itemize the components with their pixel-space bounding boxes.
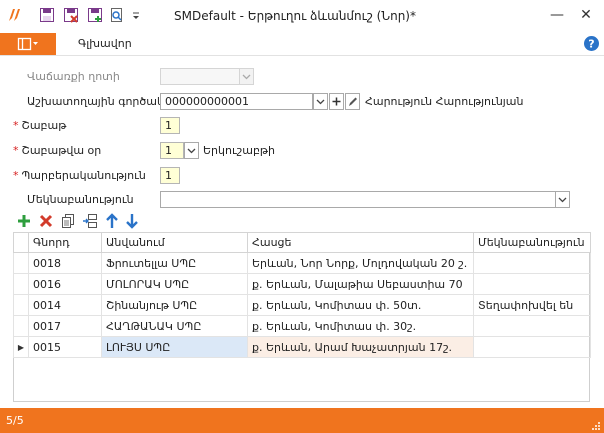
close-button[interactable]: ✕ [575,4,597,26]
period-field[interactable]: 1 [160,167,180,184]
row-indicator[interactable] [13,273,29,295]
customer-comment-cell[interactable] [473,315,591,337]
current-row-indicator-icon[interactable]: ▶ [13,336,29,358]
customer-address-cell[interactable]: Երևան, Նոր Նորք, Մոլդովական 20 շ. [247,252,474,274]
status-bar: 5/5 [0,408,604,433]
add-row-icon[interactable] [16,212,32,230]
save-icon[interactable] [39,7,55,23]
move-down-icon[interactable] [124,212,140,230]
payment-type-label: Վաճառքի ղոտի [27,70,120,83]
table-row[interactable]: 0014 Շինանյութ ՍՊԸ ք. Երևան, Կոմիտաս փ. … [13,294,591,316]
customer-code-cell[interactable]: 0014 [28,294,102,316]
comment-dropdown-button[interactable] [555,191,570,208]
chevron-down-icon [558,197,567,203]
week-label-text: Շաբաթ [21,119,67,132]
save-new-icon[interactable] [87,7,103,23]
week-field[interactable]: 1 [160,117,180,134]
customer-address-cell[interactable]: ք. Երևան, Կոմիտաս փ. 30շ. [247,315,474,337]
payment-type-select [160,68,240,85]
column-header-name[interactable]: Անվանում [101,232,248,253]
row-indicator[interactable] [13,252,29,274]
table-header-row: Գնորդ Անվանում Հասցե Մեկնաբանություն [13,232,591,253]
pencil-icon [349,97,357,106]
app-logo-icon [9,9,20,21]
plus-icon [332,97,341,106]
customers-grid[interactable]: Գնորդ Անվանում Հասցե Մեկնաբանություն 001… [13,232,591,402]
delete-row-icon[interactable] [38,212,54,230]
record-count: 5/5 [6,414,24,427]
print-preview-icon[interactable] [109,7,125,23]
minimize-button[interactable]: — [546,4,568,26]
row-indicator-header [13,232,29,253]
column-header-customer[interactable]: Գնորդ [28,232,102,253]
customers-table: Գնորդ Անվանում Հասցե Մեկնաբանություն 001… [13,232,591,358]
customer-code-cell[interactable]: 0015 [28,336,102,358]
customer-address-cell[interactable]: ք. Երևան, Մալաթիա Սեբաստիա 70 [247,273,474,295]
customer-code-cell[interactable]: 0017 [28,315,102,337]
required-marker: * [13,119,19,132]
customer-name-cell[interactable]: ՄՈԼՈՐԱԿ ՍՊԸ [101,273,248,295]
customer-name-cell[interactable]: Ֆրուտելլա ՍՊԸ [101,252,248,274]
user-edit-button[interactable] [345,93,360,110]
table-row[interactable]: 0016 ՄՈԼՈՐԱԿ ՍՊԸ ք. Երևան, Մալաթիա Սեբաս… [13,273,591,295]
column-header-address[interactable]: Հասցե [247,232,474,253]
column-header-comment[interactable]: Մեկնաբանություն [473,232,591,253]
window-title: SMDefault - Երթուղու ձևանմուշ (Նոր)* [174,9,416,23]
title-bar: SMDefault - Երթուղու ձևանմուշ (Նոր)* — ✕ [0,0,604,33]
quick-access-dropdown-icon[interactable] [131,7,141,23]
table-row[interactable]: 0017 ՀԱՂԹԱՆԱԿ ՍՊԸ ք. Երևան, Կոմիտաս փ. 3… [13,315,591,337]
customer-name-cell[interactable]: ՀԱՂԹԱՆԱԿ ՍՊԸ [101,315,248,337]
resize-grip-icon[interactable] [591,421,601,431]
user-name-text: Հարություն Հարությունյան [365,95,524,108]
weekday-label-text: Շաբաթվա օր [21,144,102,157]
comment-field[interactable] [160,191,556,208]
svg-text:?: ? [588,38,594,51]
row-indicator[interactable] [13,315,29,337]
customer-comment-cell[interactable] [473,273,591,295]
comment-label: Մեկնաբանություն [27,193,134,206]
required-marker: * [13,169,19,182]
insert-row-icon[interactable] [82,212,98,230]
user-label: Աշխատողային գործակալ [27,95,178,108]
chevron-down-icon [316,99,325,105]
chevron-down-icon [187,148,196,154]
copy-row-icon[interactable] [60,212,76,230]
period-label-text: Պարբերականություն [21,169,146,182]
customer-code-cell[interactable]: 0018 [28,252,102,274]
customer-comment-cell[interactable] [473,252,591,274]
customer-comment-cell[interactable] [473,336,591,358]
help-icon[interactable]: ? [583,35,600,52]
table-row-current[interactable]: ▶ 0015 ԼՈՒՅՍ ՍՊԸ ք. Երևան, Արամ Խաչատրյա… [13,336,591,358]
customer-address-cell[interactable]: ք. Երևան, Կոմիտաս փ. 50տ. [247,294,474,316]
panel-menu-icon [17,37,38,51]
period-label: * Պարբերականություն [13,169,146,182]
payment-type-dropdown-button [239,68,254,85]
required-marker: * [13,144,19,157]
chevron-down-icon [242,74,251,80]
customer-name-cell[interactable]: Շինանյութ ՍՊԸ [101,294,248,316]
tab-home[interactable]: Գլխավոր [78,37,132,50]
ribbon: Գլխավոր ? [0,33,604,56]
week-label: * Շաբաթ [13,119,66,132]
file-menu-button[interactable] [0,33,56,55]
customer-code-cell[interactable]: 0016 [28,273,102,295]
weekday-label: * Շաբաթվա օր [13,144,101,157]
table-row[interactable]: 0018 Ֆրուտելլա ՍՊԸ Երևան, Նոր Նորք, Մոլդ… [13,252,591,274]
user-dropdown-button[interactable] [313,93,328,110]
customer-address-cell[interactable]: ք. Երևան, Արամ Խաչատրյան 17շ. [247,336,474,358]
customer-comment-cell[interactable]: Տեղափոխվել են [473,294,591,316]
user-add-button[interactable] [329,93,344,110]
weekday-dropdown-button[interactable] [184,142,199,159]
weekday-name-text: Երկուշաբթի [203,144,276,157]
move-up-icon[interactable] [104,212,120,230]
weekday-field[interactable]: 1 [160,142,184,159]
row-indicator[interactable] [13,294,29,316]
customer-name-cell[interactable]: ԼՈՒՅՍ ՍՊԸ [101,336,248,358]
user-code-field[interactable]: 000000000001 [160,93,313,110]
save-close-icon[interactable] [63,7,79,23]
